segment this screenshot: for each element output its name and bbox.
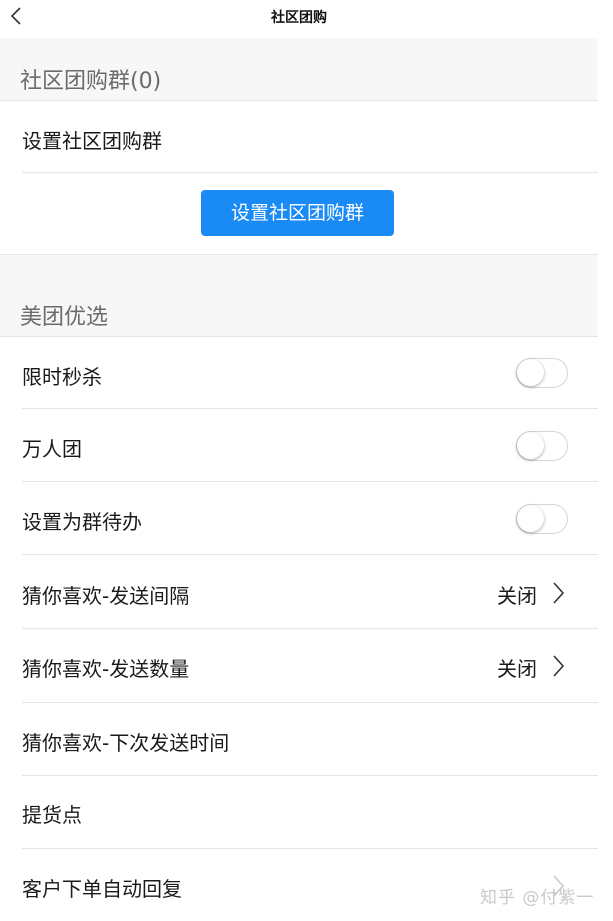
row-button-container: 设置社区团购群	[0, 173, 598, 254]
row-recommend-send-count[interactable]: 猜你喜欢-发送数量 关闭	[0, 629, 598, 703]
edge-margin	[598, 0, 613, 921]
group-deal-toggle[interactable]	[516, 431, 568, 461]
row-label: 猜你喜欢-下次发送时间	[22, 731, 230, 755]
toggle-knob	[517, 432, 544, 459]
row-recommend-next-send-time[interactable]: 猜你喜欢-下次发送时间	[0, 703, 598, 776]
chevron-right-icon	[553, 655, 565, 677]
row-label: 提货点	[22, 803, 82, 827]
row-label: 万人团	[22, 437, 82, 461]
row-label: 猜你喜欢-发送数量	[22, 657, 190, 681]
row-label: 设置为群待办	[22, 510, 142, 534]
section-title-community: 社区团购群(0)	[20, 69, 162, 94]
row-label: 设置社区团购群	[22, 129, 162, 153]
row-set-community-group[interactable]: 设置社区团购群	[0, 101, 598, 173]
row-label: 猜你喜欢-发送间隔	[22, 584, 190, 608]
section-header-community: 社区团购群(0)	[0, 38, 598, 100]
toggle-knob	[517, 359, 544, 386]
flash-sale-toggle[interactable]	[516, 358, 568, 388]
chevron-right-icon	[553, 582, 565, 604]
row-pickup-point[interactable]: 提货点	[0, 776, 598, 849]
section-header-meituan: 美团优选	[0, 255, 598, 336]
row-set-group-todo[interactable]: 设置为群待办	[0, 482, 598, 555]
navigation-bar: 社区团购	[0, 0, 598, 38]
row-group-of-ten-thousand[interactable]: 万人团	[0, 409, 598, 482]
row-recommend-send-interval[interactable]: 猜你喜欢-发送间隔 关闭	[0, 555, 598, 629]
toggle-knob	[517, 505, 544, 532]
group-todo-toggle[interactable]	[516, 504, 568, 534]
page-title: 社区团购	[271, 10, 327, 26]
row-value: 关闭	[497, 657, 537, 681]
section-title-meituan: 美团优选	[20, 305, 109, 330]
row-label: 客户下单自动回复	[22, 877, 182, 901]
watermark: 知乎 @付紫一	[480, 888, 595, 908]
row-label: 限时秒杀	[22, 365, 102, 389]
screen: 社区团购 社区团购群(0) 设置社区团购群 设置社区团购群 美团优选 限时秒杀 …	[0, 0, 598, 921]
row-value: 关闭	[497, 584, 537, 608]
row-flash-sale[interactable]: 限时秒杀	[0, 337, 598, 409]
set-community-group-button[interactable]: 设置社区团购群	[201, 190, 394, 236]
